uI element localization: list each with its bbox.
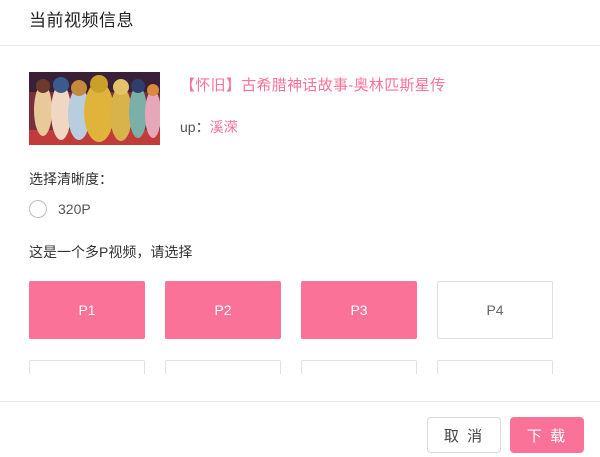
parts-label: 这是一个多P视频，请选择 [29,244,193,260]
part-button-p4[interactable]: P4 [437,281,553,339]
part-button-p3[interactable]: P3 [301,281,417,339]
part-button[interactable] [29,360,145,374]
download-button[interactable]: 下 载 [510,417,584,453]
cancel-button[interactable]: 取 消 [427,417,501,453]
radio-button[interactable] [29,200,47,218]
dialog-title: 当前视频信息 [29,11,134,30]
dialog-header: 当前视频信息 [0,0,600,46]
quality-option-320p[interactable]: 320P [29,200,91,218]
uploader-row: up：溪溁 [180,117,238,137]
parts-grid: P1 P2 P3 P4 [0,278,600,374]
video-cover-image [29,72,160,145]
part-button[interactable] [437,360,553,374]
uploader-name[interactable]: 溪溁 [210,119,238,135]
part-button[interactable] [301,360,417,374]
part-button-p1[interactable]: P1 [29,281,145,339]
part-button[interactable] [165,360,281,374]
video-title[interactable]: 【怀旧】古希腊神话故事-奥林匹斯星传 [180,74,445,95]
part-button-p2[interactable]: P2 [165,281,281,339]
uploader-prefix: up： [180,119,210,135]
dialog-footer: 取 消 下 载 [0,401,600,457]
quality-option-label: 320P [58,201,91,217]
quality-label: 选择清晰度： [29,171,113,187]
